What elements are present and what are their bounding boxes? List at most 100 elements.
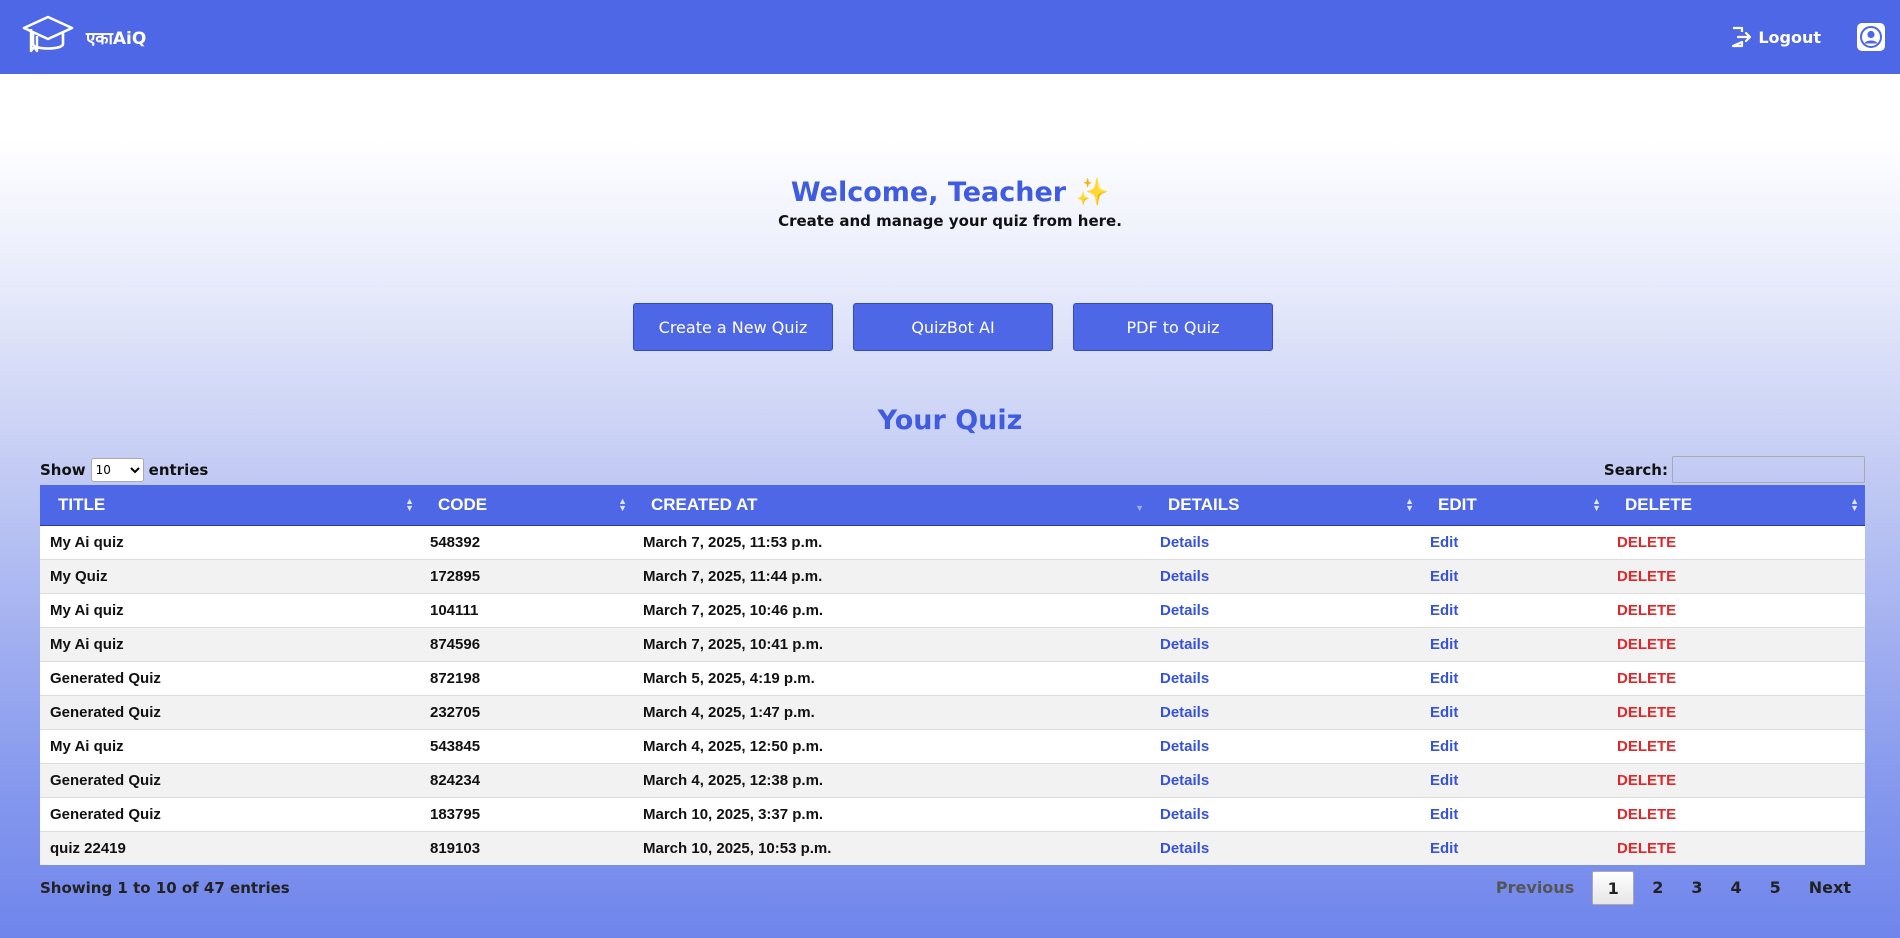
details-link[interactable]: Details: [1160, 602, 1209, 619]
column-label: DELETE: [1625, 494, 1693, 514]
cell-delete: DELETE: [1607, 728, 1865, 763]
cell-delete: DELETE: [1607, 694, 1865, 729]
cell-edit: Edit: [1420, 728, 1607, 763]
entries-length-control: Show 10 entries: [40, 458, 208, 482]
logout-label: Logout: [1758, 27, 1821, 47]
cell-created-at: March 7, 2025, 10:41 p.m.: [633, 626, 1150, 661]
cell-title: Generated Quiz: [40, 762, 420, 797]
details-link[interactable]: Details: [1160, 738, 1209, 755]
edit-link[interactable]: Edit: [1430, 806, 1458, 823]
cell-created-at: March 4, 2025, 1:47 p.m.: [633, 694, 1150, 729]
delete-link[interactable]: DELETE: [1617, 568, 1676, 585]
column-header-created-at[interactable]: CREATED AT ▼: [633, 485, 1150, 526]
details-link[interactable]: Details: [1160, 670, 1209, 687]
page-button-4[interactable]: 4: [1717, 871, 1756, 905]
cell-title: Generated Quiz: [40, 796, 420, 831]
cell-edit: Edit: [1420, 796, 1607, 831]
details-link[interactable]: Details: [1160, 568, 1209, 585]
sort-icon: ▲ ▼: [1405, 496, 1414, 513]
cell-delete: DELETE: [1607, 592, 1865, 627]
page-button-2[interactable]: 2: [1638, 871, 1677, 905]
table-row: quiz 22419 819103 March 10, 2025, 10:53 …: [40, 830, 1865, 865]
details-link[interactable]: Details: [1160, 840, 1209, 857]
cell-edit: Edit: [1420, 592, 1607, 627]
graduation-cap-icon: [22, 15, 74, 53]
details-link[interactable]: Details: [1160, 772, 1209, 789]
cell-title: My Ai quiz: [40, 728, 420, 763]
logout-link[interactable]: Logout: [1730, 25, 1821, 49]
edit-link[interactable]: Edit: [1430, 636, 1458, 653]
cell-created-at: March 4, 2025, 12:38 p.m.: [633, 762, 1150, 797]
cell-created-at: March 7, 2025, 11:53 p.m.: [633, 524, 1150, 559]
details-link[interactable]: Details: [1160, 534, 1209, 551]
cell-created-at: March 4, 2025, 12:50 p.m.: [633, 728, 1150, 763]
column-label: CREATED AT: [651, 494, 758, 514]
delete-link[interactable]: DELETE: [1617, 636, 1676, 653]
cell-delete: DELETE: [1607, 524, 1865, 559]
cell-details: Details: [1150, 830, 1420, 865]
delete-link[interactable]: DELETE: [1617, 670, 1676, 687]
details-link[interactable]: Details: [1160, 636, 1209, 653]
edit-link[interactable]: Edit: [1430, 602, 1458, 619]
column-header-code[interactable]: CODE ▲ ▼: [420, 485, 633, 526]
cell-created-at: March 10, 2025, 10:53 p.m.: [633, 830, 1150, 865]
table-info: Showing 1 to 10 of 47 entries: [40, 879, 290, 897]
quizbot-ai-button[interactable]: QuizBot AI: [853, 303, 1053, 351]
delete-link[interactable]: DELETE: [1617, 840, 1676, 857]
column-header-title[interactable]: TITLE ▲ ▼: [40, 485, 420, 526]
edit-link[interactable]: Edit: [1430, 670, 1458, 687]
details-link[interactable]: Details: [1160, 704, 1209, 721]
page-button-5[interactable]: 5: [1756, 871, 1795, 905]
delete-link[interactable]: DELETE: [1617, 772, 1676, 789]
pdf-to-quiz-button[interactable]: PDF to Quiz: [1073, 303, 1273, 351]
cell-created-at: March 10, 2025, 3:37 p.m.: [633, 796, 1150, 831]
welcome-subtitle: Create and manage your quiz from here.: [778, 212, 1122, 230]
cell-title: Generated Quiz: [40, 660, 420, 695]
sort-icon: ▲ ▼: [405, 496, 414, 513]
cell-code: 872198: [420, 660, 633, 695]
table-row: Generated Quiz 872198 March 5, 2025, 4:1…: [40, 660, 1865, 695]
cell-title: My Quiz: [40, 558, 420, 593]
cell-details: Details: [1150, 694, 1420, 729]
edit-link[interactable]: Edit: [1430, 840, 1458, 857]
cell-edit: Edit: [1420, 694, 1607, 729]
entries-length-select[interactable]: 10: [90, 458, 144, 482]
cell-details: Details: [1150, 728, 1420, 763]
previous-page-button[interactable]: Previous: [1482, 871, 1588, 905]
welcome-section: Welcome, Teacher ✨ Create and manage you…: [0, 176, 1900, 230]
delete-link[interactable]: DELETE: [1617, 704, 1676, 721]
column-label: EDIT: [1438, 494, 1477, 514]
brand[interactable]: एकाAiQ: [20, 11, 146, 63]
table-row: My Ai quiz 874596 March 7, 2025, 10:41 p…: [40, 626, 1865, 661]
edit-link[interactable]: Edit: [1430, 568, 1458, 585]
edit-link[interactable]: Edit: [1430, 772, 1458, 789]
delete-link[interactable]: DELETE: [1617, 806, 1676, 823]
cell-title: Generated Quiz: [40, 694, 420, 729]
next-page-button[interactable]: Next: [1795, 871, 1865, 905]
column-header-delete[interactable]: DELETE ▲ ▼: [1607, 485, 1865, 526]
create-quiz-button[interactable]: Create a New Quiz: [633, 303, 833, 351]
delete-link[interactable]: DELETE: [1617, 534, 1676, 551]
navbar: एकाAiQ Logout: [0, 0, 1900, 74]
cell-delete: DELETE: [1607, 762, 1865, 797]
cell-delete: DELETE: [1607, 558, 1865, 593]
delete-link[interactable]: DELETE: [1617, 602, 1676, 619]
column-header-edit[interactable]: EDIT ▲ ▼: [1420, 485, 1607, 526]
edit-link[interactable]: Edit: [1430, 704, 1458, 721]
edit-link[interactable]: Edit: [1430, 534, 1458, 551]
user-icon[interactable]: [1857, 23, 1885, 51]
search-input[interactable]: [1672, 456, 1865, 483]
page-button-3[interactable]: 3: [1677, 871, 1716, 905]
page-button-1[interactable]: 1: [1592, 871, 1635, 905]
search-label: Search:: [1603, 460, 1668, 479]
column-header-details[interactable]: DETAILS ▲ ▼: [1150, 485, 1420, 526]
entries-label: entries: [148, 461, 209, 479]
user-avatar-icon: [1860, 26, 1882, 48]
cell-code: 104111: [420, 592, 633, 627]
table-row: My Ai quiz 543845 March 4, 2025, 12:50 p…: [40, 728, 1865, 763]
edit-link[interactable]: Edit: [1430, 738, 1458, 755]
details-link[interactable]: Details: [1160, 806, 1209, 823]
sort-desc-icon: ▼: [1135, 503, 1144, 513]
delete-link[interactable]: DELETE: [1617, 738, 1676, 755]
logout-icon: [1732, 26, 1752, 48]
